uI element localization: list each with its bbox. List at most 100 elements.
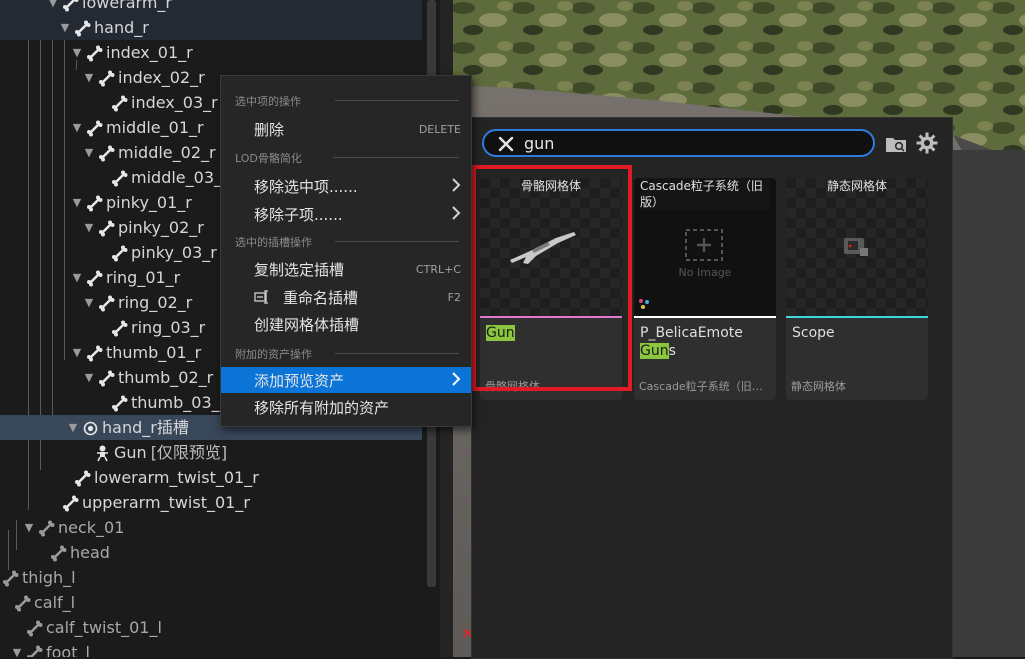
bone-name: Gun xyxy=(114,443,147,462)
tree-row[interactable]: ▼ lowerarm_r xyxy=(0,0,422,15)
asset-search-box[interactable] xyxy=(482,129,875,157)
tree-row[interactable]: upperarm_twist_01_r xyxy=(0,490,422,515)
tree-row-label: ring_02_r xyxy=(118,290,192,315)
tree-row[interactable]: ▼ index_01_r xyxy=(0,40,422,65)
asset-type-footer: Cascade粒子系统（旧版） xyxy=(639,380,772,393)
menu-item-create-mesh-socket[interactable]: 创建网格体插槽 xyxy=(221,311,471,337)
menu-item-remove-children[interactable]: 移除子项...... xyxy=(221,201,471,227)
expand-arrow-icon[interactable]: ▼ xyxy=(82,290,96,315)
tree-row-label: hand_r插槽 xyxy=(102,415,189,440)
bone-icon xyxy=(62,494,79,512)
chevron-right-icon xyxy=(452,372,461,386)
chevron-right-icon xyxy=(452,206,461,220)
asset-name: Scope xyxy=(792,325,835,341)
asset-thumbnail xyxy=(786,178,928,316)
expand-arrow-icon[interactable]: ▼ xyxy=(22,515,36,540)
expand-arrow-icon[interactable]: ▼ xyxy=(70,340,84,365)
tree-row[interactable]: ▼ hand_r xyxy=(0,15,422,40)
bone-name: upperarm_twist_01_r xyxy=(82,493,250,512)
bone-icon xyxy=(86,269,103,287)
bone-name: thumb_01_r xyxy=(106,343,202,362)
asset-type-label: 静态网格体 xyxy=(826,179,887,193)
menu-item-label: 复制选定插槽 xyxy=(254,261,345,279)
expand-arrow-icon[interactable]: ▼ xyxy=(82,140,96,165)
clear-search-icon[interactable] xyxy=(496,134,516,154)
search-match-highlight: Gun xyxy=(640,343,669,359)
tree-row[interactable]: ▼ neck_01 xyxy=(0,515,422,540)
tree-row-label: pinky_02_r xyxy=(118,215,204,240)
tree-row[interactable]: lowerarm_twist_01_r xyxy=(0,465,422,490)
expand-arrow-icon[interactable]: ▼ xyxy=(82,365,96,390)
asset-card-p-belica-emote-guns[interactable]: No Image Cascade粒子系统（旧版） P_BelicaEmote Gu… xyxy=(634,178,776,400)
bone-icon xyxy=(2,569,19,587)
menu-section-selected-actions: 选中项的操作 xyxy=(235,95,301,108)
asset-name-prefix: P_BelicaEmote xyxy=(640,325,743,341)
no-image-label: No Image xyxy=(678,266,732,279)
tree-row[interactable]: head xyxy=(0,540,422,565)
bone-icon xyxy=(26,644,43,657)
bone-icon xyxy=(86,194,103,212)
menu-section-lod: LOD骨骼简化 xyxy=(235,152,302,165)
expand-arrow-icon[interactable]: ▼ xyxy=(46,0,60,15)
particle-system-icon xyxy=(639,299,649,309)
tree-row[interactable]: calf_twist_01_l xyxy=(0,615,422,640)
tree-row-label: thumb_02_r xyxy=(118,365,213,390)
tree-row-label: index_01_r xyxy=(106,40,193,65)
menu-item-remove-selected[interactable]: 移除选中项...... xyxy=(221,173,471,199)
menu-divider xyxy=(335,100,459,101)
tree-row-label: ring_03_r xyxy=(131,315,205,340)
asset-card-scope[interactable]: 静态网格体 Scope 静态网格体 xyxy=(786,178,928,400)
tree-row-label: pinky_01_r xyxy=(106,190,192,215)
expand-arrow-icon[interactable]: ▼ xyxy=(70,115,84,140)
annotation-highlight-box xyxy=(472,165,632,391)
menu-section-attached-assets: 附加的资产操作 xyxy=(235,348,312,361)
expand-arrow-icon[interactable]: ▼ xyxy=(82,65,96,90)
tree-row-label: lowerarm_twist_01_r xyxy=(94,465,259,490)
asset-picker-popup: 骨骼网格体 Gun 骨骼网格体 No Image Cascade粒子系统（旧版）… xyxy=(471,117,953,659)
tree-row[interactable]: calf_l xyxy=(0,590,422,615)
bone-icon xyxy=(86,119,103,137)
menu-divider xyxy=(333,157,459,158)
asset-type-stripe xyxy=(634,316,776,318)
bone-name: calf_twist_01_l xyxy=(46,618,162,637)
rename-icon xyxy=(254,290,268,304)
tree-row-label: Gun [仅限预览] xyxy=(114,440,227,465)
bone-name: index_03_r xyxy=(131,93,218,112)
search-input[interactable] xyxy=(524,132,854,154)
asset-name-suffix: s xyxy=(668,343,676,359)
tree-row[interactable]: thigh_l xyxy=(0,565,422,590)
bone-name: middle_01_r xyxy=(106,118,204,137)
tree-row-label: middle_01_r xyxy=(106,115,204,140)
menu-item-label: 移除所有附加的资产 xyxy=(254,399,390,417)
tree-row-label: thumb_01_r xyxy=(106,340,201,365)
expand-arrow-icon[interactable]: ▼ xyxy=(10,640,24,657)
bone-name: thumb_03_r xyxy=(131,393,227,412)
tree-row-label: hand_r xyxy=(94,15,149,40)
browse-folder-icon[interactable] xyxy=(885,135,907,153)
menu-item-delete[interactable]: 删除 DELETE xyxy=(221,116,471,142)
expand-arrow-icon[interactable]: ▼ xyxy=(66,415,80,440)
bone-name: middle_02_r xyxy=(118,143,216,162)
bone-name: ring_01_r xyxy=(106,268,181,287)
tree-row-label: calf_twist_01_l xyxy=(46,615,162,640)
expand-arrow-icon[interactable]: ▼ xyxy=(70,40,84,65)
expand-arrow-icon[interactable]: ▼ xyxy=(70,190,84,215)
tree-row[interactable]: Gun [仅限预览] xyxy=(0,440,422,465)
menu-section-socket-actions: 选中的插槽操作 xyxy=(235,236,312,249)
menu-item-remove-all-attached-assets[interactable]: 移除所有附加的资产 xyxy=(221,394,471,420)
bone-icon xyxy=(111,169,128,187)
preview-only-tag: [仅限预览] xyxy=(150,443,228,462)
expand-arrow-icon[interactable]: ▼ xyxy=(58,15,72,40)
bone-name: pinky_01_r xyxy=(106,193,192,212)
menu-item-copy-socket[interactable]: 复制选定插槽 CTRL+C xyxy=(221,256,471,282)
expand-arrow-icon[interactable]: ▼ xyxy=(82,215,96,240)
context-menu: 选中项的操作 删除 DELETE LOD骨骼简化 移除选中项...... 移除子… xyxy=(220,75,472,427)
menu-item-rename-socket[interactable]: 重命名插槽 F2 xyxy=(221,284,471,310)
menu-item-add-preview-asset[interactable]: 添加预览资产 xyxy=(221,367,471,393)
expand-arrow-icon[interactable]: ▼ xyxy=(70,265,84,290)
tree-row[interactable]: ▼ foot_l xyxy=(0,640,422,657)
bone-icon xyxy=(111,94,128,112)
settings-gear-icon[interactable] xyxy=(916,132,938,154)
tree-row-label: thigh_l xyxy=(22,565,76,590)
bone-name: hand_r插槽 xyxy=(102,418,189,437)
